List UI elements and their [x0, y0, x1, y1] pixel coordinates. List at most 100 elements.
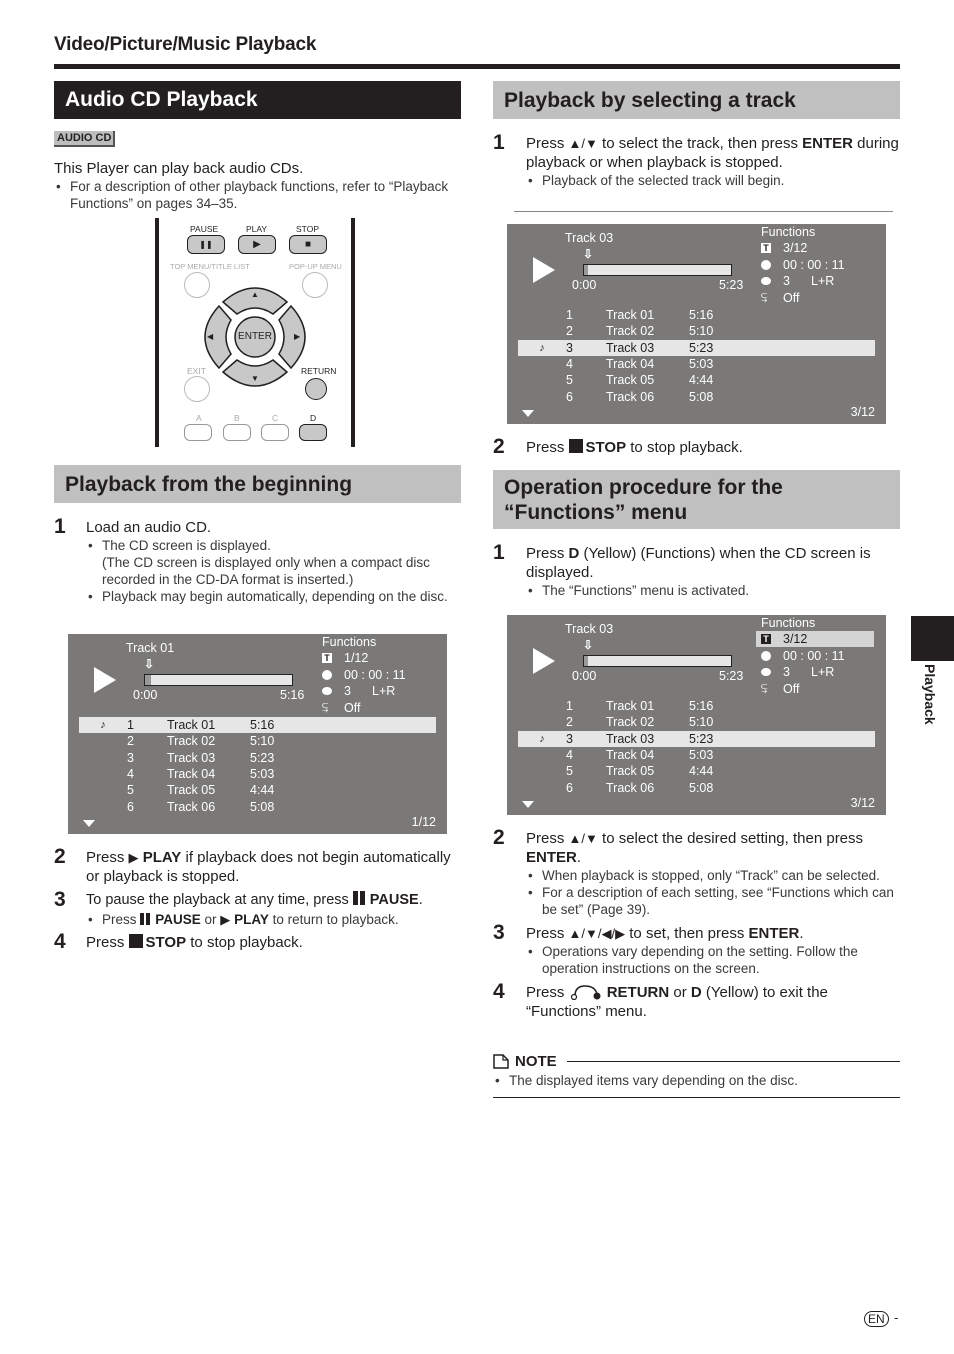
track-duration: 4:44 [250, 783, 275, 798]
track-list-row[interactable]: 2 Track 02 5:10 [518, 323, 875, 339]
d-button[interactable] [299, 424, 327, 441]
track-list-row[interactable]: 3 Track 03 5:23 [79, 750, 436, 766]
fn-track-row[interactable]: T 1/12 [317, 650, 435, 666]
track-name: Track 06 [606, 389, 655, 404]
pause-icon [352, 891, 367, 911]
track-list-row[interactable]: 1 Track 01 5:16 [518, 698, 875, 714]
a-button[interactable] [184, 424, 212, 441]
step-bullet: For a description of each setting, see “… [526, 884, 903, 918]
repeat-glyph: ⥹ [761, 682, 768, 694]
progress-bar [144, 674, 293, 686]
track-list-row[interactable]: 4 Track 04 5:03 [518, 356, 875, 372]
fn-track-value: 3/12 [783, 632, 808, 646]
fn-repeat-row[interactable]: ⥹ Off [756, 681, 874, 697]
clock-glyph [761, 259, 771, 270]
step-text: Press [526, 135, 569, 152]
track-name: Track 03 [606, 340, 655, 355]
track-name: Track 04 [606, 747, 655, 762]
fn-time-row[interactable]: 00 : 00 : 11 [756, 257, 874, 273]
stop-button[interactable]: ■ [289, 235, 327, 254]
position-marker-icon: ⇩ [583, 638, 594, 652]
play-icon: ▶ [253, 239, 261, 250]
fn-time-row[interactable]: 00 : 00 : 11 [756, 648, 874, 664]
fn-audio-row[interactable]: 3 L+R [317, 683, 435, 699]
exit-button[interactable] [184, 376, 210, 402]
b-button[interactable] [223, 424, 251, 441]
step-number: 3 [54, 888, 66, 911]
step-bullet: The “Functions” menu is activated. [526, 582, 903, 599]
track-list-row[interactable]: ♪ 3 Track 03 5:23 [518, 730, 875, 747]
track-list-row[interactable]: ♪ 1 Track 01 5:16 [79, 717, 436, 733]
play-button[interactable]: ▶ [238, 235, 276, 254]
track-number: 4 [127, 766, 134, 781]
track-number: 3 [127, 750, 134, 765]
audio-glyph [322, 687, 332, 695]
pause-icon [140, 912, 152, 929]
track-list-row[interactable]: 5 Track 05 4:44 [518, 763, 875, 779]
track-list-row[interactable]: 5 Track 05 4:44 [518, 372, 875, 388]
start-time: 0:00 [572, 278, 597, 292]
step-bullet: The CD screen is displayed. (The CD scre… [86, 537, 459, 588]
dpad-right[interactable] [278, 304, 306, 370]
c-button[interactable] [261, 424, 289, 441]
pause-button[interactable]: ❚❚ [187, 235, 225, 254]
right-arrow-icon: ▶ [294, 332, 301, 341]
now-playing-icon: ♪ [539, 341, 545, 354]
return-button[interactable] [305, 378, 327, 400]
track-name: Track 06 [167, 799, 216, 814]
scroll-down-icon[interactable] [522, 801, 534, 808]
track-list-row[interactable]: ♪ 3 Track 03 5:23 [518, 339, 875, 356]
fn-audio-row[interactable]: 3 L+R [756, 664, 874, 680]
track-number: 6 [566, 389, 573, 404]
step-number: 4 [493, 980, 505, 1003]
repeat-glyph: ⥹ [322, 701, 329, 713]
play-icon: ▶ [128, 850, 139, 865]
d-label: D [310, 413, 317, 423]
track-number: 5 [566, 373, 573, 388]
track-duration: 5:16 [689, 308, 714, 322]
page-number: - [894, 1310, 899, 1325]
step-text: Press [86, 849, 129, 866]
track-number: 1 [566, 308, 573, 322]
step-text: Press [526, 545, 569, 562]
fn-track-value: 3/12 [783, 241, 808, 255]
step-bullet: When playback is stopped, only “Track” c… [526, 867, 903, 884]
cd-screen: Track 03 ⇩ 0:00 5:23 Functions T 3/12 00 : 00 :… [507, 615, 886, 815]
time-icon [761, 259, 783, 270]
scroll-down-icon[interactable] [83, 820, 95, 827]
track-list-row[interactable]: 6 Track 06 5:08 [79, 799, 436, 815]
fn-track-row[interactable]: T 3/12 [756, 240, 874, 256]
end-time: 5:16 [280, 688, 305, 702]
track-number: 4 [566, 747, 573, 762]
track-icon: T [761, 243, 783, 253]
track-icon: T [322, 653, 344, 663]
track-list-row[interactable]: 6 Track 06 5:08 [518, 780, 875, 796]
track-list-row[interactable]: 4 Track 04 5:03 [518, 747, 875, 763]
bullet-text: Press [102, 912, 141, 927]
scroll-down-icon[interactable] [522, 410, 534, 417]
track-list-row[interactable]: 4 Track 04 5:03 [79, 766, 436, 782]
play-icon: ▶ [220, 912, 231, 927]
step-number: 2 [54, 845, 66, 868]
track-list-row[interactable]: 5 Track 05 4:44 [79, 782, 436, 798]
note-label: NOTE [515, 1053, 557, 1070]
fn-time-row[interactable]: 00 : 00 : 11 [317, 667, 435, 683]
play-state-icon [533, 257, 555, 283]
fn-track-row[interactable]: T 3/12 [756, 631, 874, 647]
fn-repeat-row[interactable]: ⥹ Off [756, 290, 874, 306]
track-number: 3 [566, 731, 573, 746]
fn-repeat-value: Off [783, 290, 800, 305]
track-list-row[interactable]: 2 Track 02 5:10 [518, 714, 875, 730]
fn-repeat-row[interactable]: ⥹ Off [317, 700, 435, 716]
cd-screen: Track 01 ⇩ 0:00 5:16 Functions T 1/12 00 : 00 :… [68, 634, 447, 834]
play-state-icon [533, 648, 555, 674]
track-name: Track 06 [606, 780, 655, 795]
fn-repeat-value: Off [783, 681, 800, 696]
track-list-row[interactable]: 1 Track 01 5:16 [518, 307, 875, 323]
track-duration: 5:16 [250, 718, 275, 732]
stop-icon [128, 934, 143, 948]
track-list-row[interactable]: 6 Track 06 5:08 [518, 389, 875, 405]
step-text: . [576, 849, 582, 866]
fn-audio-row[interactable]: 3 L+R [756, 273, 874, 289]
track-list-row[interactable]: 2 Track 02 5:10 [79, 733, 436, 749]
